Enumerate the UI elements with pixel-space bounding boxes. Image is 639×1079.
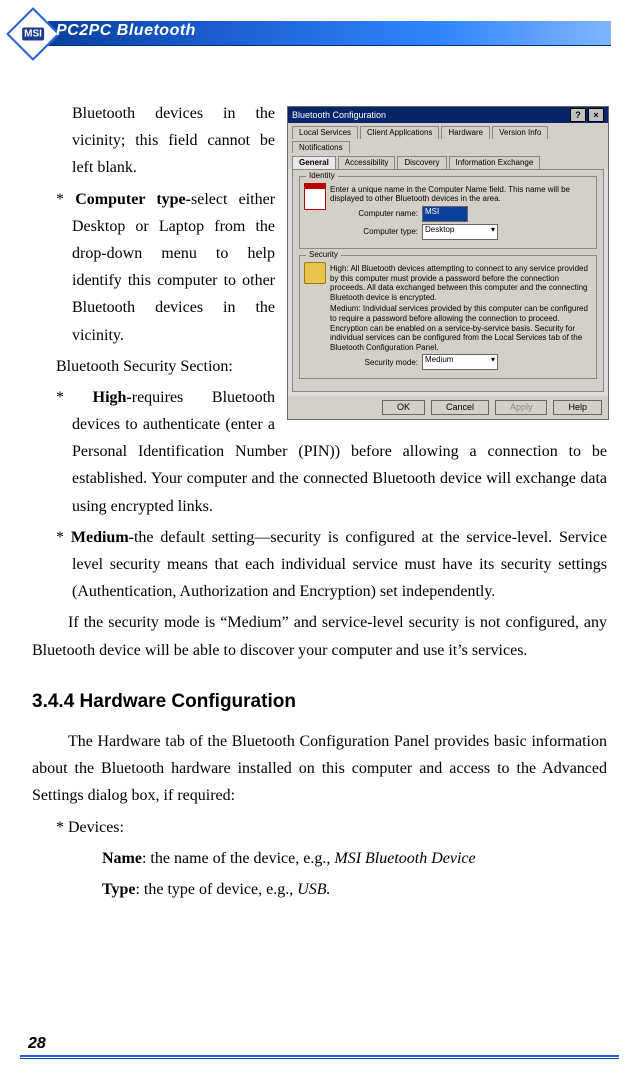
footer-rule-thick [20, 1055, 619, 1057]
help-button[interactable]: Help [553, 400, 602, 415]
desc-name: : the name of the device, e.g., [142, 850, 334, 867]
desc-computer-type: select either Desktop or Laptop from the… [72, 191, 275, 344]
page-footer: 28 [20, 1055, 619, 1059]
para-hardware-intro: The Hardware tab of the Bluetooth Config… [0, 728, 639, 810]
help-icon[interactable]: ? [570, 108, 586, 122]
button-row: OK Cancel Apply Help [288, 396, 608, 419]
tab-general[interactable]: General [292, 156, 336, 169]
tab-client-applications[interactable]: Client Applications [360, 126, 439, 139]
page-body: Bluetooth Configuration ? × Local Servic… [32, 100, 607, 907]
tabstrip-row1: Local Services Client Applications Hardw… [288, 123, 608, 153]
window-body: Identity Enter a unique name in the Comp… [292, 169, 604, 393]
security-mode-select[interactable]: Medium [422, 354, 498, 370]
computer-name-input[interactable]: MSI [422, 206, 468, 222]
msi-badge: MSI [6, 7, 60, 61]
para-medium-note: If the security mode is “Medium” and ser… [0, 609, 639, 663]
computer-type-label: Computer type: [330, 227, 418, 237]
cancel-button[interactable]: Cancel [431, 400, 489, 415]
security-legend: Security [306, 250, 341, 260]
para-medium: * Medium-the default setting—security is… [32, 524, 607, 606]
example-name: MSI Bluetooth Device [334, 850, 475, 867]
msi-badge-text: MSI [22, 28, 44, 41]
tab-information-exchange[interactable]: Information Exchange [449, 156, 541, 169]
security-mode-label: Security mode: [330, 358, 418, 368]
computer-name-label: Computer name: [330, 209, 418, 219]
bluetooth-config-window: Bluetooth Configuration ? × Local Servic… [287, 106, 609, 420]
example-type: USB. [297, 881, 330, 898]
lock-icon [304, 262, 326, 284]
embedded-screenshot: Bluetooth Configuration ? × Local Servic… [287, 106, 607, 420]
identity-desc: Enter a unique name in the Computer Name… [330, 185, 590, 204]
para-device-name: Name: the name of the device, e.g., MSI … [32, 845, 607, 872]
id-card-icon [304, 183, 326, 210]
footer-rule-thin [20, 1058, 619, 1059]
desc-type: : the type of device, e.g., [135, 881, 297, 898]
bullet-star: * [56, 389, 93, 406]
header-title: PC2PC Bluetooth [56, 22, 196, 40]
page-header: MSI PC2PC Bluetooth [0, 18, 639, 48]
desc-medium: the default setting—security is configur… [72, 529, 607, 600]
tab-notifications[interactable]: Notifications [292, 141, 350, 154]
bullet-star: * [56, 191, 75, 208]
security-high-desc: High: All Bluetooth devices attempting t… [330, 264, 590, 302]
apply-button[interactable]: Apply [495, 400, 548, 415]
page-number: 28 [28, 1035, 46, 1053]
ok-button[interactable]: OK [382, 400, 425, 415]
tab-discovery[interactable]: Discovery [397, 156, 446, 169]
term-high: High- [93, 389, 132, 406]
section-heading-hardware: 3.4.4 Hardware Configuration [32, 686, 607, 718]
identity-group: Identity Enter a unique name in the Comp… [299, 176, 597, 249]
window-title: Bluetooth Configuration [292, 110, 386, 121]
para-devices: * Devices: [32, 814, 607, 841]
term-medium: Medium- [71, 529, 134, 546]
tab-version-info[interactable]: Version Info [492, 126, 548, 139]
term-computer-type: Computer type- [75, 191, 191, 208]
term-name: Name [102, 850, 142, 867]
security-group: Security High: All Bluetooth devices att… [299, 255, 597, 379]
close-icon[interactable]: × [588, 108, 604, 122]
identity-legend: Identity [306, 171, 338, 181]
computer-type-select[interactable]: Desktop [422, 224, 498, 240]
tab-local-services[interactable]: Local Services [292, 126, 358, 139]
tabstrip-row2: General Accessibility Discovery Informat… [288, 153, 608, 169]
security-medium-desc: Medium: Individual services provided by … [330, 304, 590, 352]
term-type: Type [102, 881, 135, 898]
bullet-star: * [56, 529, 71, 546]
window-titlebar: Bluetooth Configuration ? × [288, 107, 608, 123]
para-device-type: Type: the type of device, e.g., USB. [32, 876, 607, 903]
tab-hardware[interactable]: Hardware [441, 126, 490, 139]
tab-accessibility[interactable]: Accessibility [338, 156, 396, 169]
